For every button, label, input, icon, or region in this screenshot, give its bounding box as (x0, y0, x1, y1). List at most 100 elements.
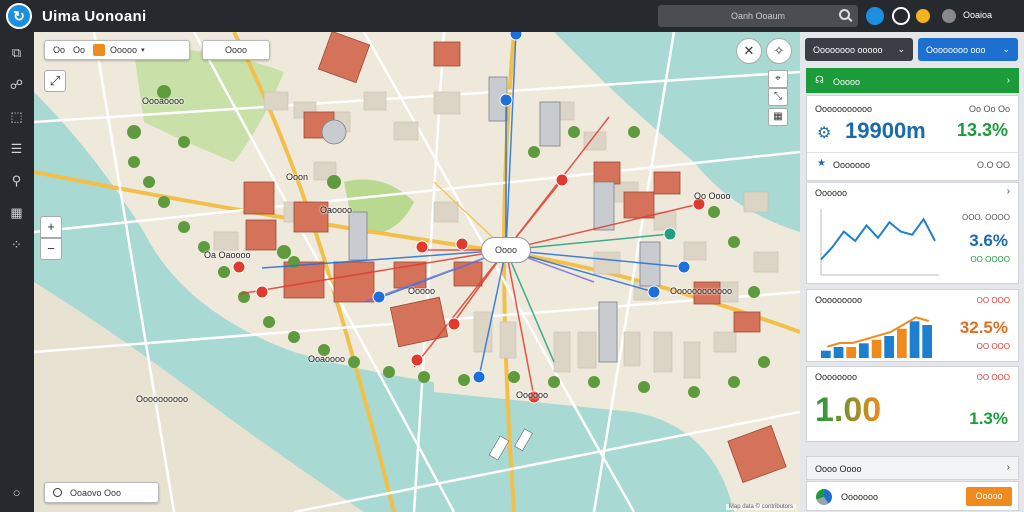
filter-icon[interactable] (93, 44, 106, 56)
status-card-title: Ooooo (833, 77, 861, 87)
chevron-down-icon: ⌄ (1002, 44, 1010, 54)
toolbar-btn-3[interactable]: Ooooo (110, 45, 137, 55)
chevron-right-icon: › (1006, 462, 1010, 473)
close-tools-icon[interactable]: ✕ (736, 38, 762, 64)
map-label-center-west: Oaoooo (320, 205, 353, 215)
trend-card[interactable]: Oooooo › OOO. OOOO 3.6% OO OOOO (806, 182, 1019, 284)
map-label-north: Ooon (286, 172, 309, 182)
coin-icon[interactable] (916, 9, 930, 23)
search-placeholder: Oanh Ooaum (730, 11, 786, 21)
top-bar: ↻ Uima Uonoani Oanh Ooaum Ooaioa (0, 0, 1024, 32)
map-label-east: Oooooooooooo (670, 286, 733, 296)
trend-small-top: OOO. OOOO (961, 213, 1010, 222)
search-icon[interactable] (839, 9, 850, 20)
bar-6 (884, 336, 894, 358)
star-icon: ★ (817, 158, 826, 169)
trend-percent: 3.6% (969, 231, 1008, 250)
bars-small-bottom: OO OOO (976, 342, 1010, 351)
compass-icon[interactable]: ✧ (766, 38, 792, 64)
grid-icon[interactable]: ⁘ (8, 236, 25, 253)
map-label-district: Oooaoooo (142, 96, 185, 106)
trend-small-bottom: OO OOOO (970, 255, 1010, 264)
app-title: Uima Uonoani (42, 7, 147, 25)
map-view[interactable]: Oo Oo Ooooo ▾ Oooo ⤢ + − ✕ ✧ ⌖ ⤡ ▦ Oooo … (34, 32, 800, 512)
hub-row-label: Ooooooo (841, 492, 879, 502)
map-label-northeast: Oo Oooo (694, 191, 731, 201)
chevron-down-icon[interactable]: ▾ (141, 46, 145, 54)
bar-5 (871, 339, 882, 358)
panel-action-label: Oooooooo ooo (926, 44, 986, 55)
gear-icon: ⚙ (817, 125, 832, 142)
notification-icon[interactable] (866, 7, 884, 25)
map-label-west: Oa Oaoooo (204, 250, 251, 260)
bar-9 (922, 325, 932, 358)
map-label-south: Oooooo (516, 390, 549, 400)
score-card[interactable]: Oooooooo OO OOO 1.00 1.3% (806, 366, 1019, 442)
score-percent: 1.3% (969, 409, 1008, 428)
view-toggle[interactable]: Oooo (202, 40, 270, 60)
chevron-right-icon: › (1006, 75, 1010, 86)
bars-small-top: OO OOO (976, 296, 1010, 305)
section-label: Ooooooo (833, 160, 871, 170)
fullscreen-icon[interactable]: ⤢ (44, 70, 66, 92)
chevron-right-icon: › (1006, 186, 1010, 197)
score-value: 1.00 (815, 391, 882, 429)
list-icon[interactable]: ☰ (8, 140, 25, 157)
bar-2 (833, 347, 844, 358)
route-icon[interactable]: ☍ (8, 76, 25, 93)
distance-percent: 13.3% (956, 120, 1008, 140)
location-search-label: Ooaovo Ooo (70, 487, 122, 498)
distance-card[interactable]: Ooooooooooo Oo Oo Oo ⚙ 19900m 13.3% ★ Oo… (806, 95, 1019, 181)
zoom-in-button[interactable]: + (40, 216, 62, 238)
user-location-icon[interactable]: ⚲ (8, 172, 25, 189)
panel-action-button[interactable]: Oooooooo ooo ⌄ (918, 38, 1018, 61)
hub-card-title: Oooo Oooo (815, 464, 862, 474)
layer-toggle-icon[interactable]: ⌖ (768, 70, 788, 88)
bars-title: Ooooooooo (815, 295, 863, 305)
map-toolbar: Oo Oo Ooooo ▾ (44, 40, 190, 60)
clock-icon (53, 488, 62, 497)
settings-icon[interactable]: ○ (8, 484, 25, 501)
status-card[interactable]: ☊ Ooooo › (806, 68, 1019, 93)
toolbar-btn-2[interactable]: Oo (73, 45, 85, 55)
distance-value: 19900m (845, 118, 926, 143)
toolbar-btn-1[interactable]: Oo (53, 45, 65, 55)
search-input[interactable]: Oanh Ooaum (658, 5, 858, 27)
info-icon[interactable] (892, 7, 910, 25)
route-logo-icon[interactable]: ↻ (6, 3, 32, 29)
score-small-top: OO OOO (976, 373, 1010, 382)
analytics-icon[interactable]: ⬚ (8, 108, 25, 125)
building-icon[interactable]: ▦ (8, 204, 25, 221)
panel-dropdown-button[interactable]: Oooooooo ooooo ⌄ (805, 38, 913, 61)
chevron-down-icon: ⌄ (897, 44, 905, 54)
distance-label: Ooooooooooo (815, 104, 873, 114)
hub-card-header[interactable]: Oooo Oooo › (806, 456, 1019, 480)
user-label[interactable]: Ooaioa (963, 10, 992, 20)
bar-7 (897, 328, 907, 358)
section-small: O.O OO (976, 160, 1010, 170)
zoom-out-button[interactable]: − (40, 238, 62, 260)
bars-card[interactable]: Ooooooooo OO OOO 32.5% OO OOO (806, 289, 1019, 362)
bars-percent: 32.5% (959, 318, 1008, 337)
distance-small: Oo Oo Oo (968, 104, 1010, 114)
hub-label[interactable]: Oooo (481, 237, 531, 263)
view-toggle-label: Oooo (224, 45, 248, 55)
location-search[interactable]: Ooaovo Ooo (44, 482, 159, 503)
hub-card-body[interactable]: Ooooooo Ooooo (806, 481, 1019, 511)
score-title: Oooooooo (815, 372, 858, 382)
panel-dropdown-label: Oooooooo ooooo (813, 44, 883, 55)
layers-icon[interactable]: ⧉ (8, 44, 25, 61)
hub-action-button[interactable]: Ooooo (966, 487, 1012, 506)
map-label-center: Ooooo (408, 286, 436, 296)
expand-icon[interactable]: ⤡ (768, 88, 788, 106)
grid-toggle-icon[interactable]: ▦ (768, 108, 788, 126)
left-rail: ⧉ ☍ ⬚ ☰ ⚲ ▦ ⁘ ○ (0, 32, 34, 512)
trend-title: Oooooo (815, 188, 848, 198)
bar-3 (846, 347, 856, 358)
trend-line-chart (820, 209, 939, 276)
user-avatar-icon[interactable] (942, 9, 956, 23)
bar-4 (859, 343, 869, 358)
volume-bar-chart (821, 316, 932, 358)
bar-1 (821, 350, 831, 358)
map-attribution: Map data © contributors (725, 504, 796, 510)
